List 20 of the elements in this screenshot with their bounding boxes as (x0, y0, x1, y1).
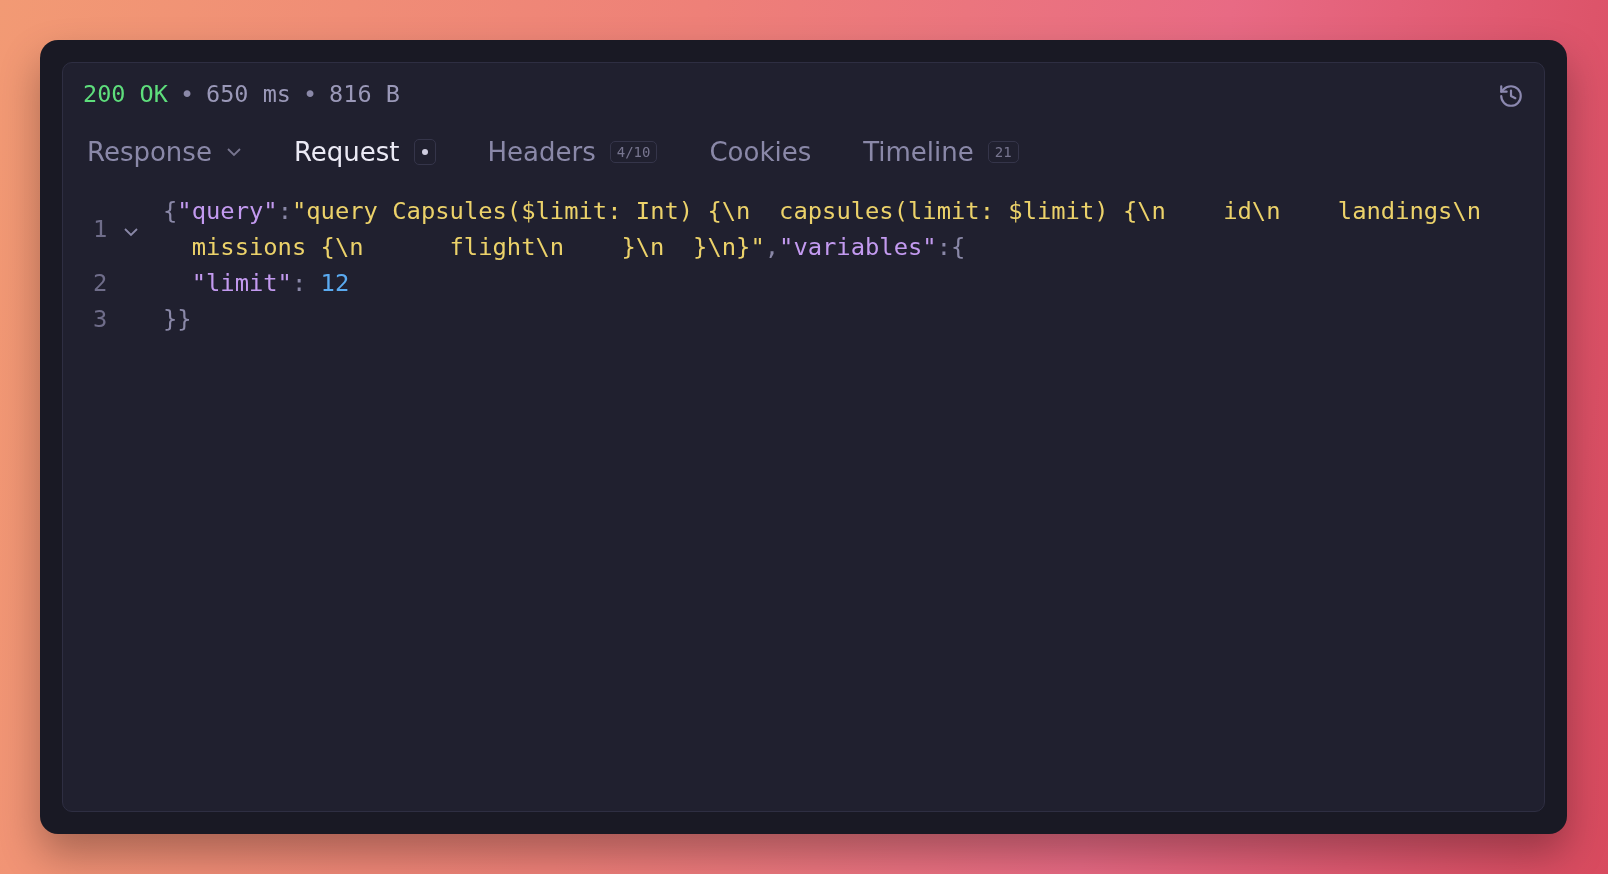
line-number: 1 (92, 214, 109, 245)
code-text: "limit": 12 (190, 268, 351, 299)
count-badge: 4/10 (609, 141, 658, 163)
line-number: 3 (92, 304, 109, 335)
response-time: 650 ms (206, 80, 291, 108)
count-badge: 21 (987, 141, 1019, 163)
separator: • (302, 80, 318, 108)
tab[interactable]: Response (87, 137, 242, 167)
line-number: 2 (92, 268, 109, 299)
code-text: }} (163, 304, 193, 335)
status-code: 200 OK (83, 80, 168, 108)
tab[interactable]: Request (293, 137, 436, 167)
code-text: missions {\n flight\n }\n }\n}","variables":{ (190, 232, 967, 263)
code-text: {"query":"query Capsules($limit: Int) {\n capsules(limit: $limit) {\n id\n landings\n (163, 196, 1483, 227)
tab[interactable]: Timeline 21 (863, 137, 1019, 167)
chevron-down-icon[interactable] (123, 227, 139, 237)
tab[interactable]: Headers 4/10 (487, 137, 658, 167)
separator: • (179, 80, 195, 108)
response-size: 816 B (329, 80, 400, 108)
tab[interactable]: Cookies (709, 137, 812, 167)
